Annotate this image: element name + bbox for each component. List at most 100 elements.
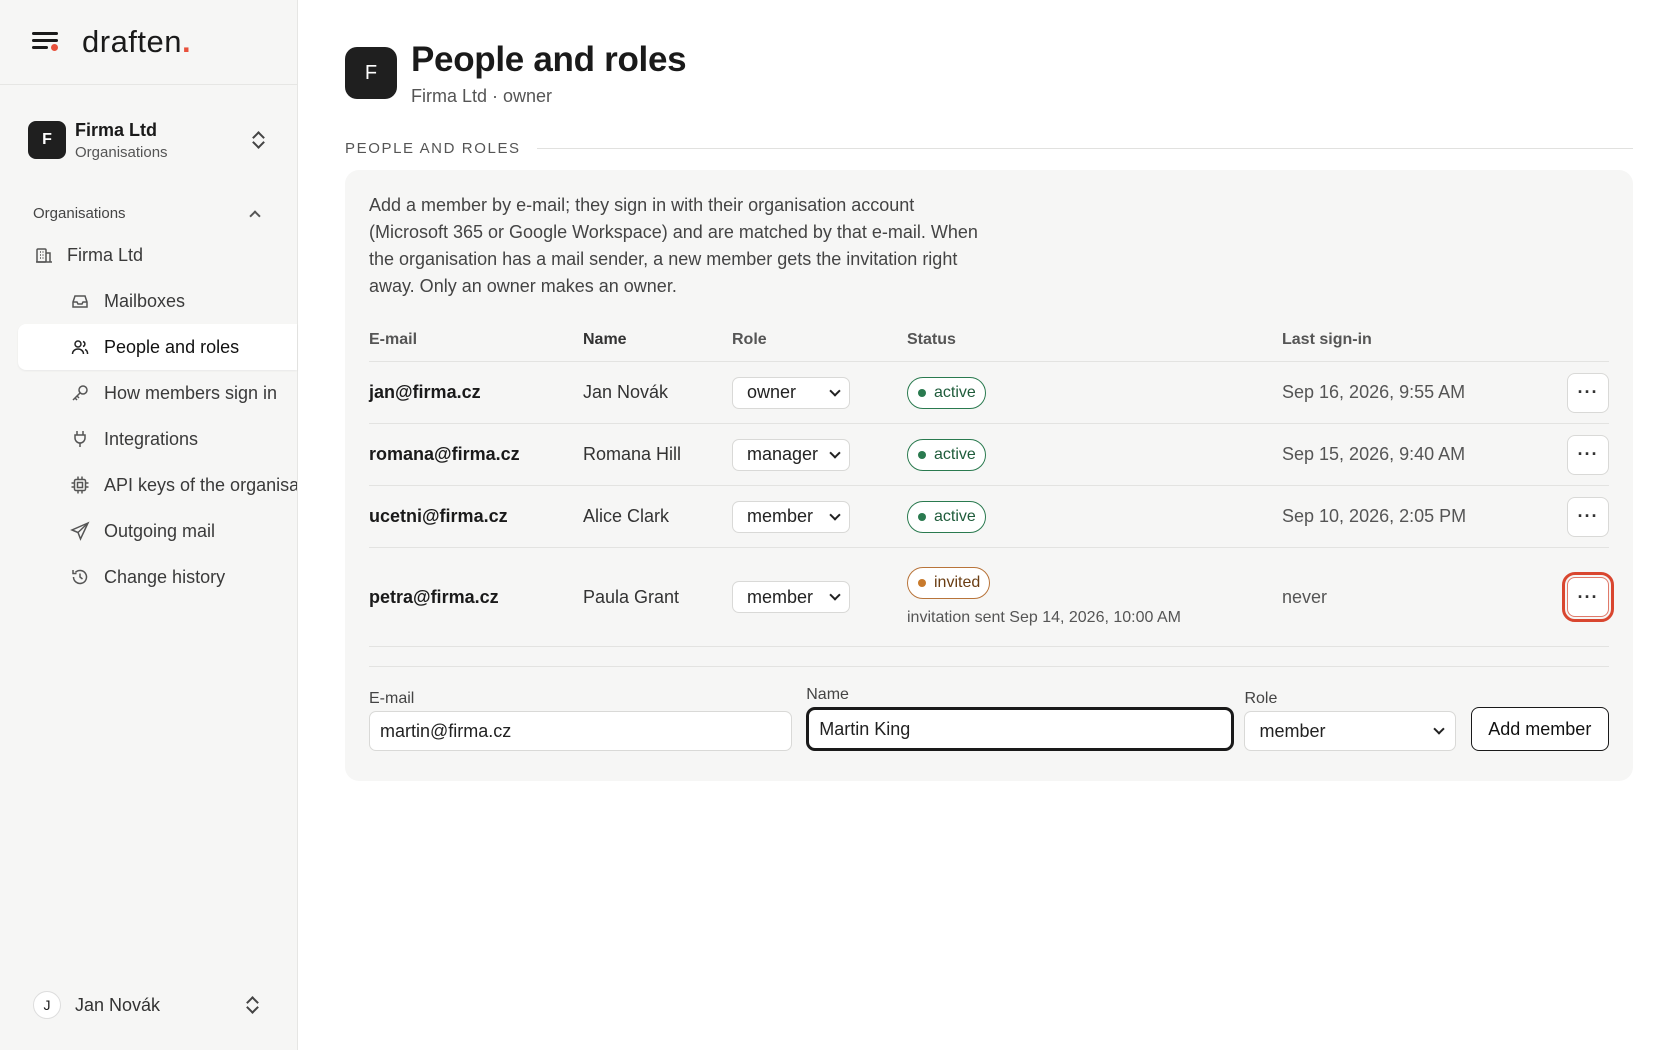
cell-last-sign-in: Sep 10, 2026, 2:05 PM — [1282, 506, 1467, 526]
more-icon: ··· — [1577, 382, 1599, 402]
sidebar-nav: Firma Ltd Mailboxes People and roles How… — [0, 232, 297, 600]
role-select[interactable]: manager — [732, 438, 850, 471]
sidebar-item-outgoing-mail[interactable]: Outgoing mail — [0, 508, 297, 554]
intro-text: Add a member by e-mail; they sign in wit… — [369, 195, 978, 296]
sidebar-item-firma-ltd[interactable]: Firma Ltd — [0, 232, 297, 278]
status-dot — [918, 388, 926, 397]
sidebar: draften. F Firma Ltd Organisations Organ… — [0, 0, 298, 1050]
page-subtitle: Firma Ltd · owner — [411, 86, 553, 106]
sidebar-section-label: Organisations — [33, 205, 126, 222]
sidebar-item-label: Mailboxes — [104, 290, 186, 311]
role-select[interactable]: owner — [732, 376, 850, 409]
cell-last-sign-in: never — [1282, 586, 1328, 607]
section-heading-text: PEOPLE AND ROLES — [345, 140, 521, 157]
members-table: E-mail Name Role Status Last sign-in jan… — [369, 318, 1614, 647]
status-dot — [918, 579, 926, 587]
plug-icon — [74, 431, 86, 447]
history-icon — [72, 569, 88, 585]
status-text: invited — [934, 574, 981, 591]
chip-icon — [71, 476, 89, 494]
col-role: Role — [732, 330, 767, 348]
role-select[interactable]: member — [732, 500, 850, 533]
sidebar-item-how-members-sign-in[interactable]: How members sign in — [0, 370, 297, 416]
status-text: active — [934, 383, 976, 401]
brand-dot: . — [182, 24, 192, 59]
email-field[interactable]: martin@firma.cz — [369, 711, 793, 751]
email-label: E-mail — [369, 690, 415, 707]
status-text: active — [934, 445, 976, 463]
org-switcher-name: Firma Ltd — [75, 119, 158, 140]
chevron-up-icon — [249, 209, 261, 222]
cell-name: Jan Novák — [583, 382, 669, 402]
name-label: Name — [806, 686, 849, 703]
user-menu[interactable]: J Jan Novák — [33, 988, 263, 1022]
more-actions-button[interactable]: ··· — [1562, 572, 1614, 622]
add-member-button[interactable]: Add member — [1470, 707, 1610, 751]
chevron-down-icon — [829, 384, 841, 397]
inbox-icon — [72, 295, 88, 308]
page-header: F People and roles Firma Ltd · owner — [345, 40, 1633, 107]
role-dropdown[interactable]: member — [1244, 711, 1456, 751]
more-icon: ··· — [1577, 506, 1599, 526]
brand-bar: draften. — [0, 0, 297, 85]
brand-logo[interactable]: draften. — [82, 24, 191, 60]
cell-name: Romana Hill — [583, 444, 682, 464]
cell-email: romana@firma.cz — [369, 444, 520, 464]
role-label: Role — [1244, 690, 1278, 707]
role-select-value: manager — [747, 444, 819, 464]
sidebar-item-integrations[interactable]: Integrations — [0, 416, 297, 462]
more-actions-button[interactable]: ··· — [1567, 434, 1609, 475]
cell-name: Paula Grant — [583, 586, 680, 607]
chevron-down-icon — [829, 589, 841, 601]
status-dot — [918, 512, 926, 521]
section-heading: PEOPLE AND ROLES — [345, 140, 1633, 157]
cell-email: jan@firma.cz — [369, 382, 481, 402]
more-actions-button[interactable]: ··· — [1567, 496, 1609, 537]
col-last-sign-in: Last sign-in — [1282, 330, 1372, 348]
menu-icon[interactable] — [32, 30, 60, 54]
sidebar-section-organisations[interactable]: Organisations — [33, 205, 261, 222]
org-avatar: F — [28, 121, 66, 159]
user-avatar: J — [33, 991, 61, 1019]
role-select-value: owner — [747, 382, 797, 402]
building-icon — [36, 248, 52, 263]
sidebar-item-label: Integrations — [104, 428, 199, 449]
org-switcher[interactable]: F Firma Ltd Organisations — [0, 117, 297, 163]
cell-email: petra@firma.cz — [369, 586, 499, 607]
main-content: F People and roles Firma Ltd · owner PEO… — [345, 0, 1633, 781]
table-row: petra@firma.cz Paula Grant member invite… — [369, 548, 1614, 647]
sidebar-item-mailboxes[interactable]: Mailboxes — [0, 278, 297, 324]
col-status: Status — [907, 330, 956, 348]
sidebar-item-label: People and roles — [104, 336, 240, 357]
col-email: E-mail — [369, 330, 418, 348]
chevron-updown-icon — [251, 131, 265, 149]
table-header: E-mail Name Role Status Last sign-in — [369, 318, 1609, 362]
status-dot — [918, 450, 926, 459]
users-icon — [71, 340, 89, 355]
org-avatar-large: F — [345, 47, 397, 99]
role-dropdown-value: member — [1259, 720, 1326, 741]
sidebar-item-api-keys[interactable]: API keys of the organisation — [0, 462, 297, 508]
key-icon — [72, 385, 88, 401]
section-divider — [536, 148, 1633, 149]
more-actions-button[interactable]: ··· — [1567, 372, 1609, 413]
sidebar-item-label: Change history — [104, 566, 226, 587]
add-member-form: E-mail martin@firma.cz Name Martin King … — [369, 666, 1610, 751]
sidebar-item-change-history[interactable]: Change history — [0, 554, 297, 600]
chevron-down-icon — [829, 446, 841, 459]
role-select-value: member — [747, 506, 814, 526]
role-select-value: member — [747, 586, 814, 607]
role-select[interactable]: member — [732, 581, 850, 613]
name-field[interactable]: Martin King — [806, 707, 1235, 751]
status-badge: active — [907, 376, 986, 409]
page-title: People and roles — [411, 40, 687, 79]
more-icon: ··· — [1577, 444, 1599, 464]
sidebar-item-label: How members sign in — [104, 382, 278, 403]
chevron-down-icon — [829, 508, 841, 521]
sidebar-item-people-and-roles[interactable]: People and roles — [18, 324, 297, 370]
chevron-updown-icon — [245, 996, 259, 1014]
sidebar-item-label: Outgoing mail — [104, 520, 216, 541]
table-row: jan@firma.cz Jan Novák owner active Sep … — [369, 362, 1609, 424]
people-card: Add a member by e-mail; they sign in wit… — [345, 170, 1633, 781]
invitation-note: invitation sent Sep 14, 2026, 10:00 AM — [907, 609, 1181, 626]
